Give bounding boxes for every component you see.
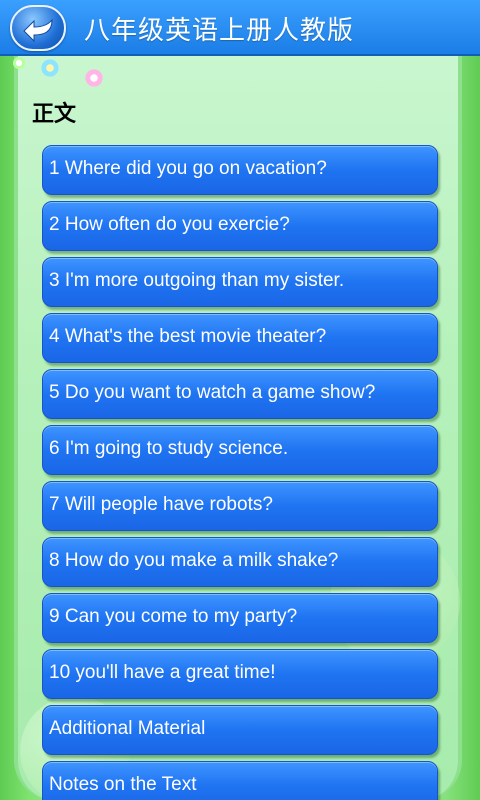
list-item[interactable]: Additional Material <box>42 705 438 755</box>
list-item[interactable]: 3 I'm more outgoing than my sister. <box>42 257 438 307</box>
list-item[interactable]: 6 I'm going to study science. <box>42 425 438 475</box>
list-item[interactable]: 1 Where did you go on vacation? <box>42 145 438 195</box>
list-item-label: 9 Can you come to my party? <box>49 606 298 627</box>
list-item-label: 6 I'm going to study science. <box>49 438 289 459</box>
list-item-label: 8 How do you make a milk shake? <box>49 550 339 571</box>
list-item-label: Additional Material <box>49 718 206 739</box>
list-item-label: 1 Where did you go on vacation? <box>49 158 327 179</box>
section-heading: 正文 <box>32 102 77 127</box>
list-item[interactable]: 5 Do you want to watch a game show? <box>42 369 438 419</box>
list-item-label: 5 Do you want to watch a game show? <box>49 382 376 403</box>
list-item[interactable]: 10 you'll have a great time! <box>42 649 438 699</box>
list-item-label: 4 What's the best movie theater? <box>49 326 327 347</box>
list-item[interactable]: 9 Can you come to my party? <box>42 593 438 643</box>
page-title: 八年级英语上册人教版 <box>84 16 355 46</box>
flower-decoration <box>12 56 26 70</box>
flower-decoration <box>84 68 104 88</box>
back-button[interactable] <box>10 5 66 51</box>
list-item-label: Notes on the Text <box>49 774 197 795</box>
list-item-label: 10 you'll have a great time! <box>49 662 276 683</box>
list-item[interactable]: 2 How often do you exercie? <box>42 201 438 251</box>
list-item[interactable]: Notes on the Text <box>42 761 438 800</box>
list-item[interactable]: 4 What's the best movie theater? <box>42 313 438 363</box>
list-item-label: 3 I'm more outgoing than my sister. <box>49 270 345 291</box>
list-item[interactable]: 8 How do you make a milk shake? <box>42 537 438 587</box>
list-item[interactable]: 7 Will people have robots? <box>42 481 438 531</box>
list-item-label: 2 How often do you exercie? <box>49 214 290 235</box>
list-item-label: 7 Will people have robots? <box>49 494 273 515</box>
flower-decoration <box>40 58 60 78</box>
back-arrow-icon <box>23 18 53 43</box>
app-header: 八年级英语上册人教版 <box>0 0 480 56</box>
